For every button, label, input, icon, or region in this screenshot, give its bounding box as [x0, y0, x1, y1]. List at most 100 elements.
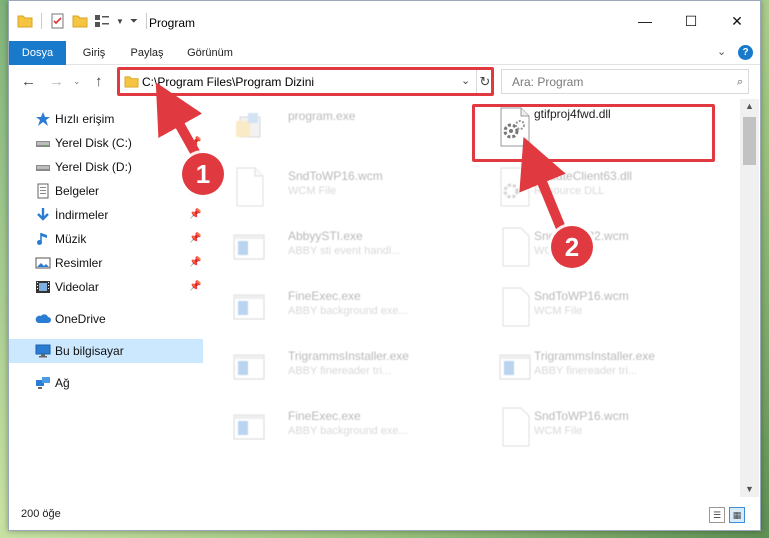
sidebar-item-drive-d[interactable]: Yerel Disk (D:) 📌: [9, 155, 203, 179]
sidebar-item-network[interactable]: Ağ: [9, 371, 203, 395]
sidebar-item-videos[interactable]: Videolar 📌: [9, 275, 203, 299]
navigation-bar: ← → ⌄ ↑ C:\Program Files\Program Dizini …: [9, 67, 760, 97]
sidebar-item-label: Ağ: [55, 376, 70, 390]
recent-locations-icon[interactable]: ⌄: [73, 76, 81, 87]
star-icon: [36, 112, 50, 126]
sidebar-item-music[interactable]: Müzik 📌: [9, 227, 203, 251]
file-description: ABBY finereader tri...: [288, 365, 392, 377]
sidebar-item-label: OneDrive: [55, 312, 106, 326]
file-item[interactable]: UpdateClient63.dll Resource DLL: [474, 159, 714, 211]
app-window-icon: [499, 354, 531, 380]
file-item[interactable]: TrigrammsInstaller.exe ABBY finereader t…: [208, 339, 448, 391]
app-window-icon: [233, 354, 265, 380]
maximize-button[interactable]: ☐: [668, 1, 714, 41]
tab-view[interactable]: Görünüm: [177, 41, 243, 65]
blank-file-icon: [502, 227, 530, 267]
dll-gear-icon: [500, 107, 530, 147]
drive-icon: [36, 165, 50, 171]
status-bar: 200 öğe ☰ ▦: [9, 501, 760, 530]
refresh-icon[interactable]: ↻: [476, 70, 493, 93]
close-button[interactable]: ✕: [714, 1, 760, 41]
search-input[interactable]: [501, 69, 749, 94]
details-view-icon[interactable]: ☰: [709, 507, 725, 523]
scroll-down-icon[interactable]: ▼: [745, 484, 754, 494]
file-description: WCM File: [534, 425, 583, 437]
sidebar-item-label: Hızlı erişim: [55, 112, 115, 126]
installer-icon: [236, 113, 261, 138]
toolbar-separator: [41, 13, 42, 29]
file-list: program.exe gtifproj4fwd.dll SndToWP16.w…: [208, 99, 740, 497]
tiles-view-icon[interactable]: ▦: [729, 507, 745, 523]
sidebar-item-label: Yerel Disk (C:): [55, 136, 132, 150]
file-name: SndToWP16.wcm: [534, 409, 629, 423]
sidebar-item-documents[interactable]: Belgeler 📌: [9, 179, 203, 203]
file-name: FineExec.exe: [288, 409, 361, 423]
file-description: Resource DLL: [534, 185, 605, 197]
file-item-gtifproj4fwd-dll[interactable]: gtifproj4fwd.dll: [474, 99, 714, 151]
file-item[interactable]: AbbyySTI.exe ABBY sti event handl...: [208, 219, 448, 271]
sidebar-item-downloads[interactable]: İndirmeler 📌: [9, 203, 203, 227]
expand-ribbon-icon[interactable]: ⌄: [717, 45, 726, 58]
blank-file-icon: [236, 167, 264, 207]
properties-icon[interactable]: [50, 13, 66, 29]
download-icon: [37, 208, 49, 221]
file-description: ABBY sti event handl...: [288, 245, 401, 257]
file-item[interactable]: SndToWP16.wcm WCM File: [474, 279, 714, 331]
file-name: SndToWP16.wcm: [288, 169, 383, 183]
pin-icon: 📌: [189, 209, 202, 220]
file-name: SndToWP16.wcm: [534, 289, 629, 303]
title-bar: ▼ ⏷ Program — ☐ ✕: [9, 1, 760, 41]
pin-icon: 📌: [189, 137, 202, 148]
app-window-icon: [233, 294, 265, 320]
sidebar-item-drive-c[interactable]: Yerel Disk (C:) 📌: [9, 131, 203, 155]
chevron-down-icon[interactable]: ▼: [116, 17, 124, 26]
file-item[interactable]: FineExec.exe ABBY background exe...: [208, 279, 448, 331]
callout-badge-2: 2: [551, 226, 593, 268]
chevron-down-icon[interactable]: ⌄: [461, 74, 470, 87]
file-item[interactable]: FineExec.exe ABBY background exe...: [208, 399, 448, 451]
callout-badge-1: 1: [182, 153, 224, 195]
sidebar-item-this-pc[interactable]: Bu bilgisayar: [9, 339, 203, 363]
quick-access-toolbar: ▼ ⏷: [17, 13, 149, 29]
forward-arrow-icon[interactable]: →: [49, 73, 64, 90]
file-name: TrigrammsInstaller.exe: [534, 349, 655, 363]
vertical-scrollbar[interactable]: ▲ ▼: [740, 99, 759, 497]
app-window-icon: [233, 414, 265, 440]
blank-file-icon: [502, 407, 530, 447]
documents-icon: [37, 183, 49, 199]
minimize-button[interactable]: —: [622, 1, 668, 41]
file-item[interactable]: program.exe: [208, 99, 448, 151]
pin-icon: 📌: [189, 281, 202, 292]
customize-toolbar-icon[interactable]: ⏷: [130, 16, 138, 27]
file-description: ABBY background exe...: [288, 425, 408, 437]
tab-share[interactable]: Paylaş: [122, 41, 172, 65]
scrollbar-thumb[interactable]: [743, 117, 756, 165]
new-folder-icon[interactable]: [72, 14, 88, 28]
videos-icon: [36, 281, 50, 293]
file-description: ABBY finereader tri...: [534, 365, 638, 377]
app-window-icon: [233, 234, 265, 260]
scroll-up-icon[interactable]: ▲: [745, 101, 754, 111]
help-icon[interactable]: ?: [738, 45, 753, 60]
back-arrow-icon[interactable]: ←: [21, 73, 36, 90]
file-item[interactable]: SndToWP16.wcm WCM File: [474, 399, 714, 451]
file-item[interactable]: SndToWP32.wcm WCM File: [474, 219, 714, 271]
view-options-icon[interactable]: [94, 14, 110, 28]
view-switcher: ☰ ▦: [709, 507, 745, 523]
file-item[interactable]: SndToWP16.wcm WCM File: [208, 159, 448, 211]
file-item[interactable]: TrigrammsInstaller.exe ABBY finereader t…: [474, 339, 714, 391]
address-path[interactable]: C:\Program Files\Program Dizini: [142, 75, 314, 89]
search-icon[interactable]: ⌕: [737, 76, 743, 89]
sidebar-item-label: Yerel Disk (D:): [55, 160, 132, 174]
sidebar-item-onedrive[interactable]: OneDrive: [9, 307, 203, 331]
tab-home[interactable]: Giriş: [69, 41, 119, 65]
sidebar-item-quick-access[interactable]: Hızlı erişim: [9, 107, 203, 131]
sidebar-item-pictures[interactable]: Resimler 📌: [9, 251, 203, 275]
cloud-icon: [35, 314, 51, 323]
window-title: Program: [149, 16, 196, 30]
sidebar-item-label: Belgeler: [55, 184, 100, 198]
tab-file[interactable]: Dosya: [9, 41, 66, 65]
up-arrow-icon[interactable]: ↑: [95, 73, 103, 90]
pin-icon: 📌: [189, 257, 202, 268]
address-bar[interactable]: C:\Program Files\Program Dizini ⌄ ↻: [117, 69, 493, 94]
